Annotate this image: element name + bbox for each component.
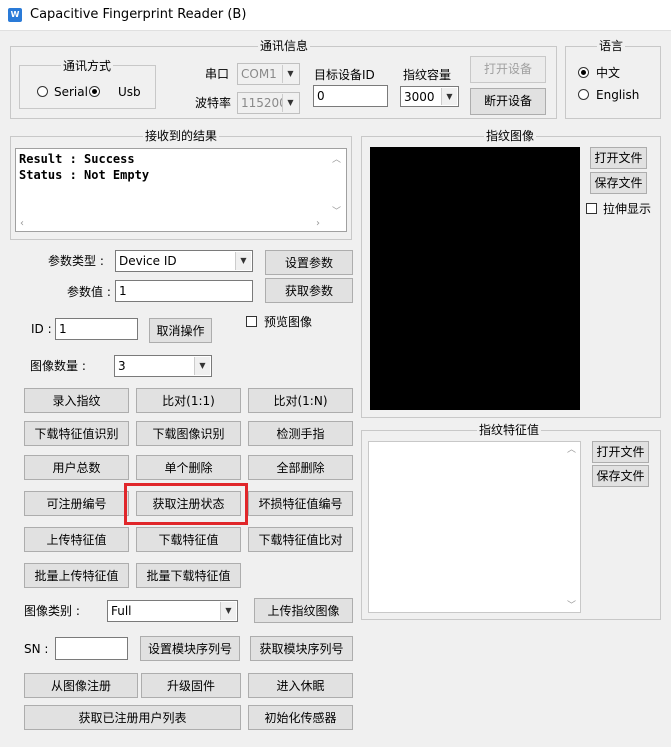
- results-scroll-up-icon[interactable]: ︿: [332, 152, 341, 165]
- results-scroll-right-icon[interactable]: ›: [316, 218, 320, 229]
- baud-select[interactable]: 115200 ▼: [237, 92, 300, 114]
- image-count-label: 图像数量 :: [30, 359, 86, 373]
- set-param-button[interactable]: 设置参数: [265, 250, 353, 275]
- chevron-down-icon: ▼: [282, 65, 298, 83]
- image-type-label: 图像类别 :: [24, 604, 80, 618]
- match-1-n-button[interactable]: 比对(1:N): [248, 388, 353, 413]
- batch-download-button[interactable]: 批量下载特征值: [136, 563, 241, 588]
- results-scroll-down-icon[interactable]: ﹀: [332, 204, 341, 217]
- chevron-down-icon: ▼: [220, 602, 236, 620]
- upload-feature-button[interactable]: 上传特征值: [24, 527, 129, 552]
- english-radio[interactable]: [578, 89, 589, 100]
- sn-label: SN :: [24, 642, 49, 656]
- image-save-file-button[interactable]: 保存文件: [590, 172, 647, 194]
- feature-save-file-button[interactable]: 保存文件: [592, 465, 649, 487]
- get-user-list-button[interactable]: 获取已注册用户列表: [24, 705, 241, 730]
- match-1-1-button[interactable]: 比对(1:1): [136, 388, 241, 413]
- image-open-file-button[interactable]: 打开文件: [590, 147, 647, 169]
- sleep-button[interactable]: 进入休眠: [248, 673, 353, 698]
- param-type-value: Device ID: [119, 254, 177, 268]
- baud-label: 波特率: [195, 96, 232, 110]
- usb-radio[interactable]: [89, 86, 100, 97]
- serial-label: Serial: [54, 85, 88, 99]
- chinese-label: 中文: [596, 66, 621, 80]
- get-enroll-status-button[interactable]: 获取注册状态: [136, 491, 241, 516]
- close-device-button[interactable]: 断开设备: [470, 88, 546, 115]
- comm-group-title: 通讯信息: [258, 39, 311, 53]
- user-total-button[interactable]: 用户总数: [24, 455, 129, 480]
- init-sensor-button[interactable]: 初始化传感器: [248, 705, 353, 730]
- detect-finger-button[interactable]: 检测手指: [248, 421, 353, 446]
- title-bar: W Capacitive Fingerprint Reader (B): [0, 0, 671, 31]
- feature-open-file-button[interactable]: 打开文件: [592, 441, 649, 463]
- language-group-title: 语言: [597, 39, 626, 53]
- feature-scroll-down-icon[interactable]: ﹀: [567, 598, 576, 611]
- param-value-input[interactable]: 1: [115, 280, 253, 302]
- delete-all-button[interactable]: 全部删除: [248, 455, 353, 480]
- param-type-label: 参数类型 :: [48, 254, 104, 268]
- fingerprint-image: [370, 147, 580, 410]
- capacity-select[interactable]: 3000 ▼: [400, 86, 459, 107]
- serial-radio[interactable]: [37, 86, 48, 97]
- usb-label: Usb: [118, 85, 141, 99]
- window-title: Capacitive Fingerprint Reader (B): [30, 7, 247, 22]
- image-count-value: 3: [118, 359, 126, 373]
- feature-group-title: 指纹特征值: [477, 423, 542, 437]
- port-label: 串口: [205, 67, 230, 81]
- download-feature-identify-button[interactable]: 下载特征值识别: [24, 421, 129, 446]
- image-type-value: Full: [111, 604, 132, 618]
- param-type-select[interactable]: Device ID ▼: [115, 250, 253, 272]
- download-image-identify-button[interactable]: 下载图像识别: [136, 421, 241, 446]
- upgrade-firmware-button[interactable]: 升级固件: [141, 673, 241, 698]
- results-group-title: 接收到的结果: [143, 129, 220, 143]
- app-icon: W: [8, 8, 22, 22]
- results-textarea[interactable]: Result : Success Status : Not Empty: [15, 148, 347, 232]
- enrollable-id-button[interactable]: 可注册编号: [24, 491, 129, 516]
- chinese-radio[interactable]: [578, 67, 589, 78]
- id-label: ID :: [31, 322, 52, 336]
- download-feature-button[interactable]: 下载特征值: [136, 527, 241, 552]
- download-feature-compare-button[interactable]: 下载特征值比对: [248, 527, 353, 552]
- feature-scroll-up-icon[interactable]: ︿: [567, 442, 576, 455]
- open-device-button[interactable]: 打开设备: [470, 56, 546, 83]
- enroll-from-image-button[interactable]: 从图像注册: [24, 673, 138, 698]
- set-serial-button[interactable]: 设置模块序列号: [140, 636, 240, 661]
- upload-image-button[interactable]: 上传指纹图像: [254, 598, 353, 623]
- english-label: English: [596, 88, 640, 102]
- chevron-down-icon: ▼: [441, 88, 457, 105]
- damaged-feature-id-button[interactable]: 坏损特征值编号: [248, 491, 353, 516]
- image-count-select[interactable]: 3 ▼: [114, 355, 212, 377]
- enroll-button[interactable]: 录入指纹: [24, 388, 129, 413]
- single-delete-button[interactable]: 单个删除: [136, 455, 241, 480]
- id-input[interactable]: 1: [55, 318, 138, 340]
- target-id-label: 目标设备ID: [314, 68, 375, 82]
- target-id-input[interactable]: 0: [313, 85, 388, 107]
- capacity-value: 3000: [404, 90, 435, 104]
- chevron-down-icon: ▼: [235, 252, 251, 270]
- language-group: [565, 46, 661, 119]
- preview-label: 预览图像: [264, 315, 313, 329]
- chevron-down-icon: ▼: [282, 94, 298, 112]
- sn-input[interactable]: [55, 637, 128, 660]
- feature-textarea[interactable]: [368, 441, 581, 613]
- cancel-operation-button[interactable]: 取消操作: [149, 318, 212, 343]
- port-select[interactable]: COM1 ▼: [237, 63, 300, 85]
- stretch-label: 拉伸显示: [603, 202, 652, 216]
- chevron-down-icon: ▼: [194, 357, 210, 375]
- baud-value: 115200: [241, 96, 287, 110]
- port-value: COM1: [241, 67, 277, 81]
- capacity-label: 指纹容量: [403, 68, 452, 82]
- get-serial-button[interactable]: 获取模块序列号: [250, 636, 353, 661]
- preview-checkbox[interactable]: [246, 316, 257, 327]
- image-group-title: 指纹图像: [484, 129, 537, 143]
- param-value-label: 参数值 :: [67, 285, 111, 299]
- mode-group-title: 通讯方式: [61, 59, 114, 73]
- stretch-checkbox[interactable]: [586, 203, 597, 214]
- image-type-select[interactable]: Full ▼: [107, 600, 238, 622]
- batch-upload-button[interactable]: 批量上传特征值: [24, 563, 129, 588]
- get-param-button[interactable]: 获取参数: [265, 278, 353, 303]
- results-scroll-left-icon[interactable]: ‹: [20, 218, 24, 229]
